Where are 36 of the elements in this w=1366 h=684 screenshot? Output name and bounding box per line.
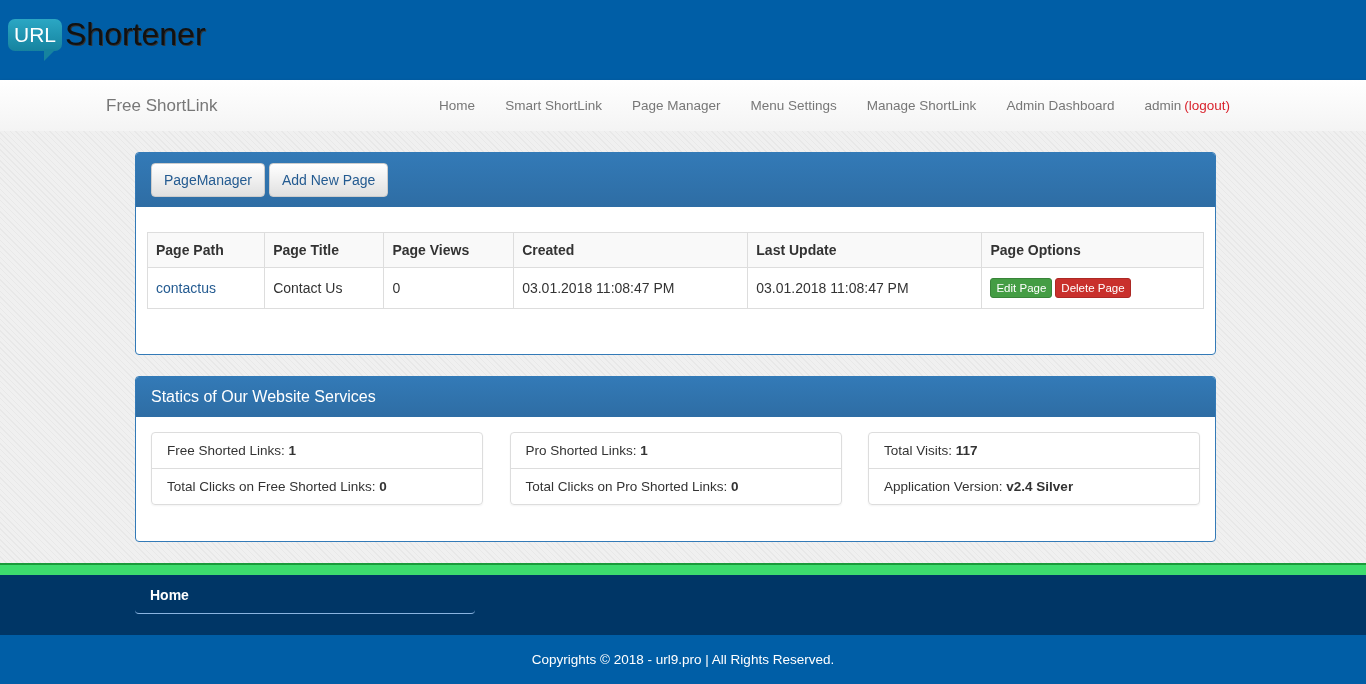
nav-link[interactable]: Home (439, 98, 476, 113)
page-path-link[interactable]: contactus (156, 280, 216, 296)
footer-menu-link[interactable]: Home (135, 575, 475, 614)
nav-link[interactable]: Page Manager (631, 98, 721, 113)
stat-item: Total Visits: 117 (883, 442, 979, 460)
table-cell: 03.01.2018 11:08:47 PM (513, 267, 748, 309)
column-header: Page Views (383, 232, 514, 268)
delete-page-button[interactable]: Delete Page (1055, 278, 1131, 298)
edit-page-button[interactable]: Edit Page (990, 278, 1053, 298)
column-header: Last Update (747, 232, 982, 268)
nav-link[interactable]: Menu Settings (750, 98, 837, 113)
nav-link[interactable]: Admin Dashboard (1006, 98, 1115, 113)
column-header: Page Title (264, 232, 384, 268)
stat-item: Free Shorted Links: 1 (166, 442, 298, 460)
logout-link[interactable]: (logout) (1184, 98, 1230, 113)
header-button[interactable]: Add New Page (268, 163, 389, 197)
logo-badge[interactable]: URL (8, 18, 62, 51)
panel-title: Statics of Our Website Services (151, 388, 376, 405)
nav-link[interactable]: Smart ShortLink (505, 98, 602, 113)
table-cell: Contact Us (264, 267, 384, 309)
navbar-brand[interactable]: Free ShortLink (106, 95, 218, 116)
header-button[interactable]: PageManager (151, 163, 265, 197)
stat-item: Pro Shorted Links: 1 (524, 442, 649, 460)
column-header: Page Path (147, 232, 265, 268)
user-name: admin (1144, 98, 1182, 113)
stat-item: Total Clicks on Free Shorted Links: 0 (152, 468, 482, 504)
table-cell: 03.01.2018 11:08:47 PM (747, 267, 982, 309)
logo-text[interactable]: Shortener (65, 16, 206, 53)
table-cell: 0 (383, 267, 514, 309)
stat-item: Application Version: v2.4 Silver (869, 468, 1199, 504)
bubble-tail-icon (44, 48, 56, 61)
column-header: Created (513, 232, 748, 268)
column-header: Page Options (981, 232, 1204, 268)
copyright-text: Copyrights © 2018 - url9.pro | All Rights Reserved. (531, 652, 835, 667)
nav-link[interactable]: Manage ShortLink (866, 98, 977, 113)
stat-item: Total Clicks on Pro Shorted Links: 0 (510, 468, 841, 504)
